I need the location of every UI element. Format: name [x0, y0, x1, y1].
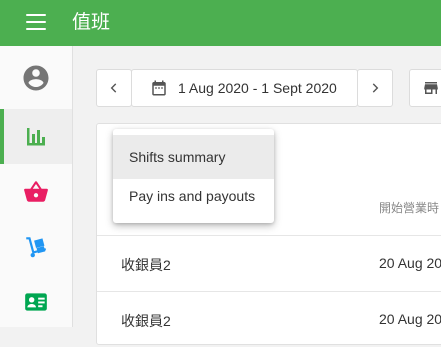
sidebar-item-account[interactable]: [0, 46, 72, 109]
table-row[interactable]: 收銀員2 20 Aug 2020: [97, 292, 441, 347]
chevron-left-icon: [110, 83, 117, 93]
menu-icon[interactable]: [26, 14, 46, 32]
opened-date: 20 Aug 2020: [379, 255, 441, 271]
dolly-icon: [26, 236, 47, 257]
bar-chart-icon: [27, 127, 45, 145]
date-range-label: 1 Aug 2020 - 1 Sept 2020: [178, 80, 337, 96]
store-icon: [424, 82, 438, 94]
sidebar-item-reports[interactable]: [0, 109, 72, 164]
calendar-icon: [152, 80, 166, 96]
cashier-name: 收銀員2: [121, 313, 171, 329]
cashier-name: 收銀員2: [121, 257, 171, 273]
chevron-right-icon: [372, 83, 379, 93]
previous-period-button[interactable]: [96, 69, 132, 107]
app-title: 值班: [72, 11, 111, 33]
sidebar: [0, 46, 73, 327]
sidebar-item-inventory[interactable]: [0, 219, 72, 274]
sidebar-item-customers[interactable]: [0, 274, 72, 329]
basket-icon: [24, 180, 48, 202]
menu-item-shifts-summary[interactable]: Shifts summary: [113, 135, 274, 179]
next-period-button[interactable]: [357, 69, 393, 107]
menu-item-pay-ins-payouts[interactable]: Pay ins and payouts: [113, 179, 274, 217]
report-type-menu: Shifts summary Pay ins and payouts: [113, 129, 274, 223]
date-range-picker[interactable]: 1 Aug 2020 - 1 Sept 2020: [131, 69, 358, 107]
sidebar-item-sales[interactable]: [0, 164, 72, 219]
contact-card-icon: [25, 292, 47, 311]
table-row[interactable]: 收銀員2 20 Aug 2020: [97, 236, 441, 291]
column-header-opened[interactable]: 開始營業時: [379, 199, 439, 216]
store-filter-button[interactable]: [409, 69, 441, 107]
account-circle-icon: [23, 65, 49, 90]
app-bar: 值班: [0, 0, 441, 46]
opened-date: 20 Aug 2020: [379, 311, 441, 327]
